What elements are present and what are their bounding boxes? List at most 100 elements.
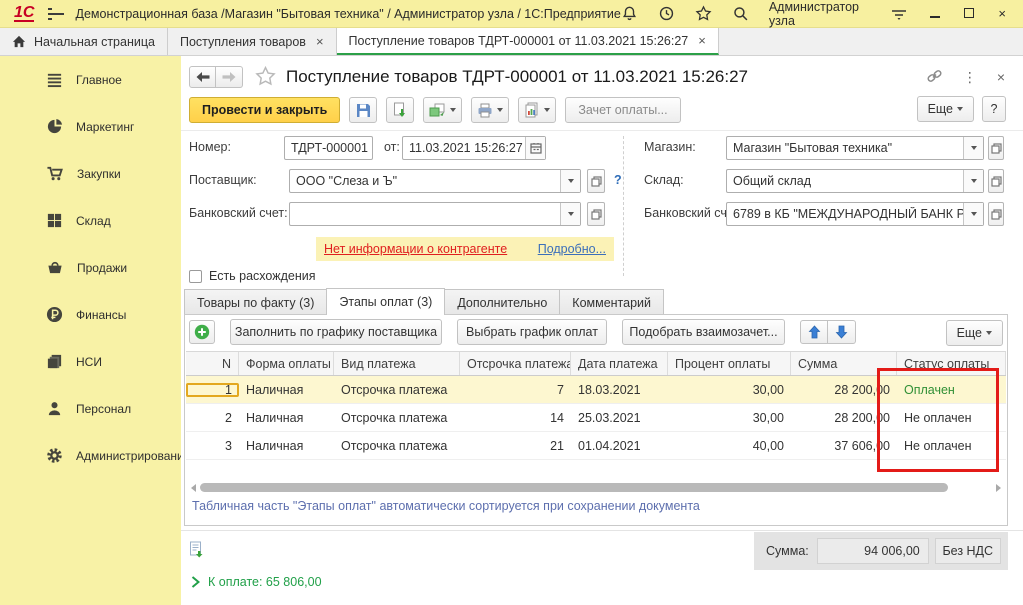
cell-payment-kind[interactable]: Отсрочка платежа bbox=[334, 411, 460, 425]
forward-button[interactable] bbox=[216, 66, 243, 88]
favorite-star-icon[interactable] bbox=[255, 66, 276, 89]
notifications-bell-icon[interactable] bbox=[621, 5, 638, 23]
table-more-button[interactable]: Еще bbox=[946, 320, 1003, 346]
cell-sum[interactable]: 28 200,00 bbox=[791, 411, 897, 425]
create-based-on-button[interactable] bbox=[423, 97, 462, 123]
search-icon[interactable] bbox=[732, 5, 749, 23]
to-pay-link[interactable]: К оплате: 65 806,00 bbox=[191, 575, 322, 589]
open-supplier-icon[interactable] bbox=[587, 169, 605, 193]
tab-goods-by-fact[interactable]: Товары по факту (3) bbox=[184, 289, 327, 315]
close-window-button[interactable]: × bbox=[995, 6, 1009, 21]
tab-goods-receipt-document[interactable]: Поступление товаров ТДРТ-000001 от 11.03… bbox=[337, 28, 719, 55]
cell-payment-form[interactable]: Наличная bbox=[239, 439, 334, 453]
sidebar-item-personnel[interactable]: Персонал bbox=[0, 385, 181, 432]
store-field[interactable]: Магазин "Бытовая техника" bbox=[726, 136, 984, 160]
supplier-help-link[interactable]: ? bbox=[614, 173, 622, 187]
service-menu-icon[interactable] bbox=[890, 5, 908, 23]
main-menu-icon[interactable] bbox=[48, 8, 51, 20]
col-header-percent[interactable]: Процент оплаты bbox=[668, 352, 791, 375]
cell-percent[interactable]: 30,00 bbox=[668, 411, 791, 425]
print-button[interactable] bbox=[471, 97, 509, 123]
dropdown-icon[interactable] bbox=[963, 203, 983, 225]
no-counterparty-info-link[interactable]: Нет информации о контрагенте bbox=[324, 242, 507, 256]
open-bank-account2-icon[interactable] bbox=[988, 202, 1004, 226]
cell-sum[interactable]: 28 200,00 bbox=[791, 383, 897, 397]
favorites-star-icon[interactable] bbox=[695, 5, 712, 23]
cell-status[interactable]: Не оплачен bbox=[897, 411, 1006, 425]
tab-additional[interactable]: Дополнительно bbox=[444, 289, 560, 315]
date-field[interactable]: 11.03.2021 15:26:27 bbox=[402, 136, 546, 160]
select-offset-button[interactable]: Подобрать взаимозачет... bbox=[622, 319, 785, 345]
table-row[interactable]: 1 Наличная Отсрочка платежа 7 18.03.2021… bbox=[186, 376, 1006, 404]
history-icon[interactable] bbox=[658, 5, 675, 23]
close-form-icon[interactable]: × bbox=[997, 70, 1005, 84]
post-document-button[interactable] bbox=[386, 97, 414, 123]
tab-goods-receipts-list[interactable]: Поступления товаров × bbox=[168, 28, 337, 55]
col-header-status[interactable]: Статус оплаты bbox=[897, 352, 1006, 375]
cell-delay[interactable]: 21 bbox=[460, 439, 571, 453]
maximize-button[interactable] bbox=[962, 6, 976, 21]
cell-delay[interactable]: 7 bbox=[460, 383, 571, 397]
dropdown-icon[interactable] bbox=[560, 170, 580, 192]
sidebar-item-nsi[interactable]: НСИ bbox=[0, 338, 181, 385]
choose-payment-schedule-button[interactable]: Выбрать график оплат bbox=[457, 319, 607, 345]
sidebar-item-sales[interactable]: Продажи bbox=[0, 244, 181, 291]
cell-delay[interactable]: 14 bbox=[460, 411, 571, 425]
cell-status[interactable]: Не оплачен bbox=[897, 439, 1006, 453]
cell-n[interactable]: 3 bbox=[186, 439, 239, 453]
warehouse-field[interactable]: Общий склад bbox=[726, 169, 984, 193]
supplier-field[interactable]: ООО "Слеза и Ъ" bbox=[289, 169, 581, 193]
horizontal-scrollbar[interactable] bbox=[191, 482, 1001, 493]
cell-payment-form[interactable]: Наличная bbox=[239, 411, 334, 425]
tab-close-icon[interactable]: × bbox=[696, 33, 706, 48]
cell-date[interactable]: 01.04.2021 bbox=[571, 439, 668, 453]
fill-by-supplier-schedule-button[interactable]: Заполнить по графику поставщика bbox=[230, 319, 442, 345]
post-and-close-button[interactable]: Провести и закрыть bbox=[189, 97, 340, 123]
move-up-button[interactable] bbox=[800, 320, 828, 344]
dropdown-icon[interactable] bbox=[560, 203, 580, 225]
sidebar-item-purchases[interactable]: Закупки bbox=[0, 150, 181, 197]
discrepancy-checkbox[interactable] bbox=[189, 270, 202, 283]
col-header-sum[interactable]: Сумма bbox=[791, 352, 897, 375]
cell-payment-kind[interactable]: Отсрочка платежа bbox=[334, 383, 460, 397]
cell-sum[interactable]: 37 606,00 bbox=[791, 439, 897, 453]
cell-payment-form[interactable]: Наличная bbox=[239, 383, 334, 397]
tab-comment[interactable]: Комментарий bbox=[559, 289, 664, 315]
scroll-left-icon[interactable] bbox=[191, 484, 196, 492]
current-user[interactable]: Администратор узла bbox=[769, 0, 871, 28]
col-header-payment-kind[interactable]: Вид платежа bbox=[334, 352, 460, 375]
minimize-button[interactable] bbox=[928, 6, 942, 21]
tab-home[interactable]: Начальная страница bbox=[0, 28, 168, 55]
cell-percent[interactable]: 40,00 bbox=[668, 439, 791, 453]
col-header-delay[interactable]: Отсрочка платежа bbox=[460, 352, 571, 375]
cell-n[interactable]: 1 bbox=[186, 383, 239, 397]
cell-payment-kind[interactable]: Отсрочка платежа bbox=[334, 439, 460, 453]
col-header-date[interactable]: Дата платежа bbox=[571, 352, 668, 375]
sidebar-item-administration[interactable]: Администрирование bbox=[0, 432, 181, 479]
sidebar-item-finance[interactable]: Финансы bbox=[0, 291, 181, 338]
details-link[interactable]: Подробно... bbox=[538, 242, 606, 256]
back-button[interactable] bbox=[189, 66, 216, 88]
number-field[interactable]: ТДРТ-000001 bbox=[284, 136, 373, 160]
col-header-n[interactable]: N bbox=[186, 352, 239, 375]
sidebar-item-main[interactable]: Главное bbox=[0, 56, 181, 103]
table-row[interactable]: 2 Наличная Отсрочка платежа 14 25.03.202… bbox=[186, 404, 1006, 432]
cell-percent[interactable]: 30,00 bbox=[668, 383, 791, 397]
open-store-icon[interactable] bbox=[988, 136, 1004, 160]
payment-offset-button[interactable]: Зачет оплаты... bbox=[565, 97, 680, 123]
sidebar-item-marketing[interactable]: Маркетинг bbox=[0, 103, 181, 150]
dropdown-icon[interactable] bbox=[963, 170, 983, 192]
add-row-button[interactable] bbox=[189, 320, 215, 344]
open-bank-account-icon[interactable] bbox=[587, 202, 605, 226]
bank-account2-field[interactable]: 6789 в КБ "МЕЖДУНАРОДНЫЙ БАНК РАЗ bbox=[726, 202, 984, 226]
table-row[interactable]: 3 Наличная Отсрочка платежа 21 01.04.202… bbox=[186, 432, 1006, 460]
calendar-icon[interactable] bbox=[525, 137, 545, 159]
tab-payment-stages[interactable]: Этапы оплат (3) bbox=[326, 288, 445, 315]
cell-n[interactable]: 2 bbox=[186, 411, 239, 425]
dropdown-icon[interactable] bbox=[963, 137, 983, 159]
col-header-payment-form[interactable]: Форма оплаты bbox=[239, 352, 334, 375]
open-warehouse-icon[interactable] bbox=[988, 169, 1004, 193]
bank-account-field[interactable] bbox=[289, 202, 581, 226]
scroll-right-icon[interactable] bbox=[996, 484, 1001, 492]
cell-date[interactable]: 18.03.2021 bbox=[571, 383, 668, 397]
